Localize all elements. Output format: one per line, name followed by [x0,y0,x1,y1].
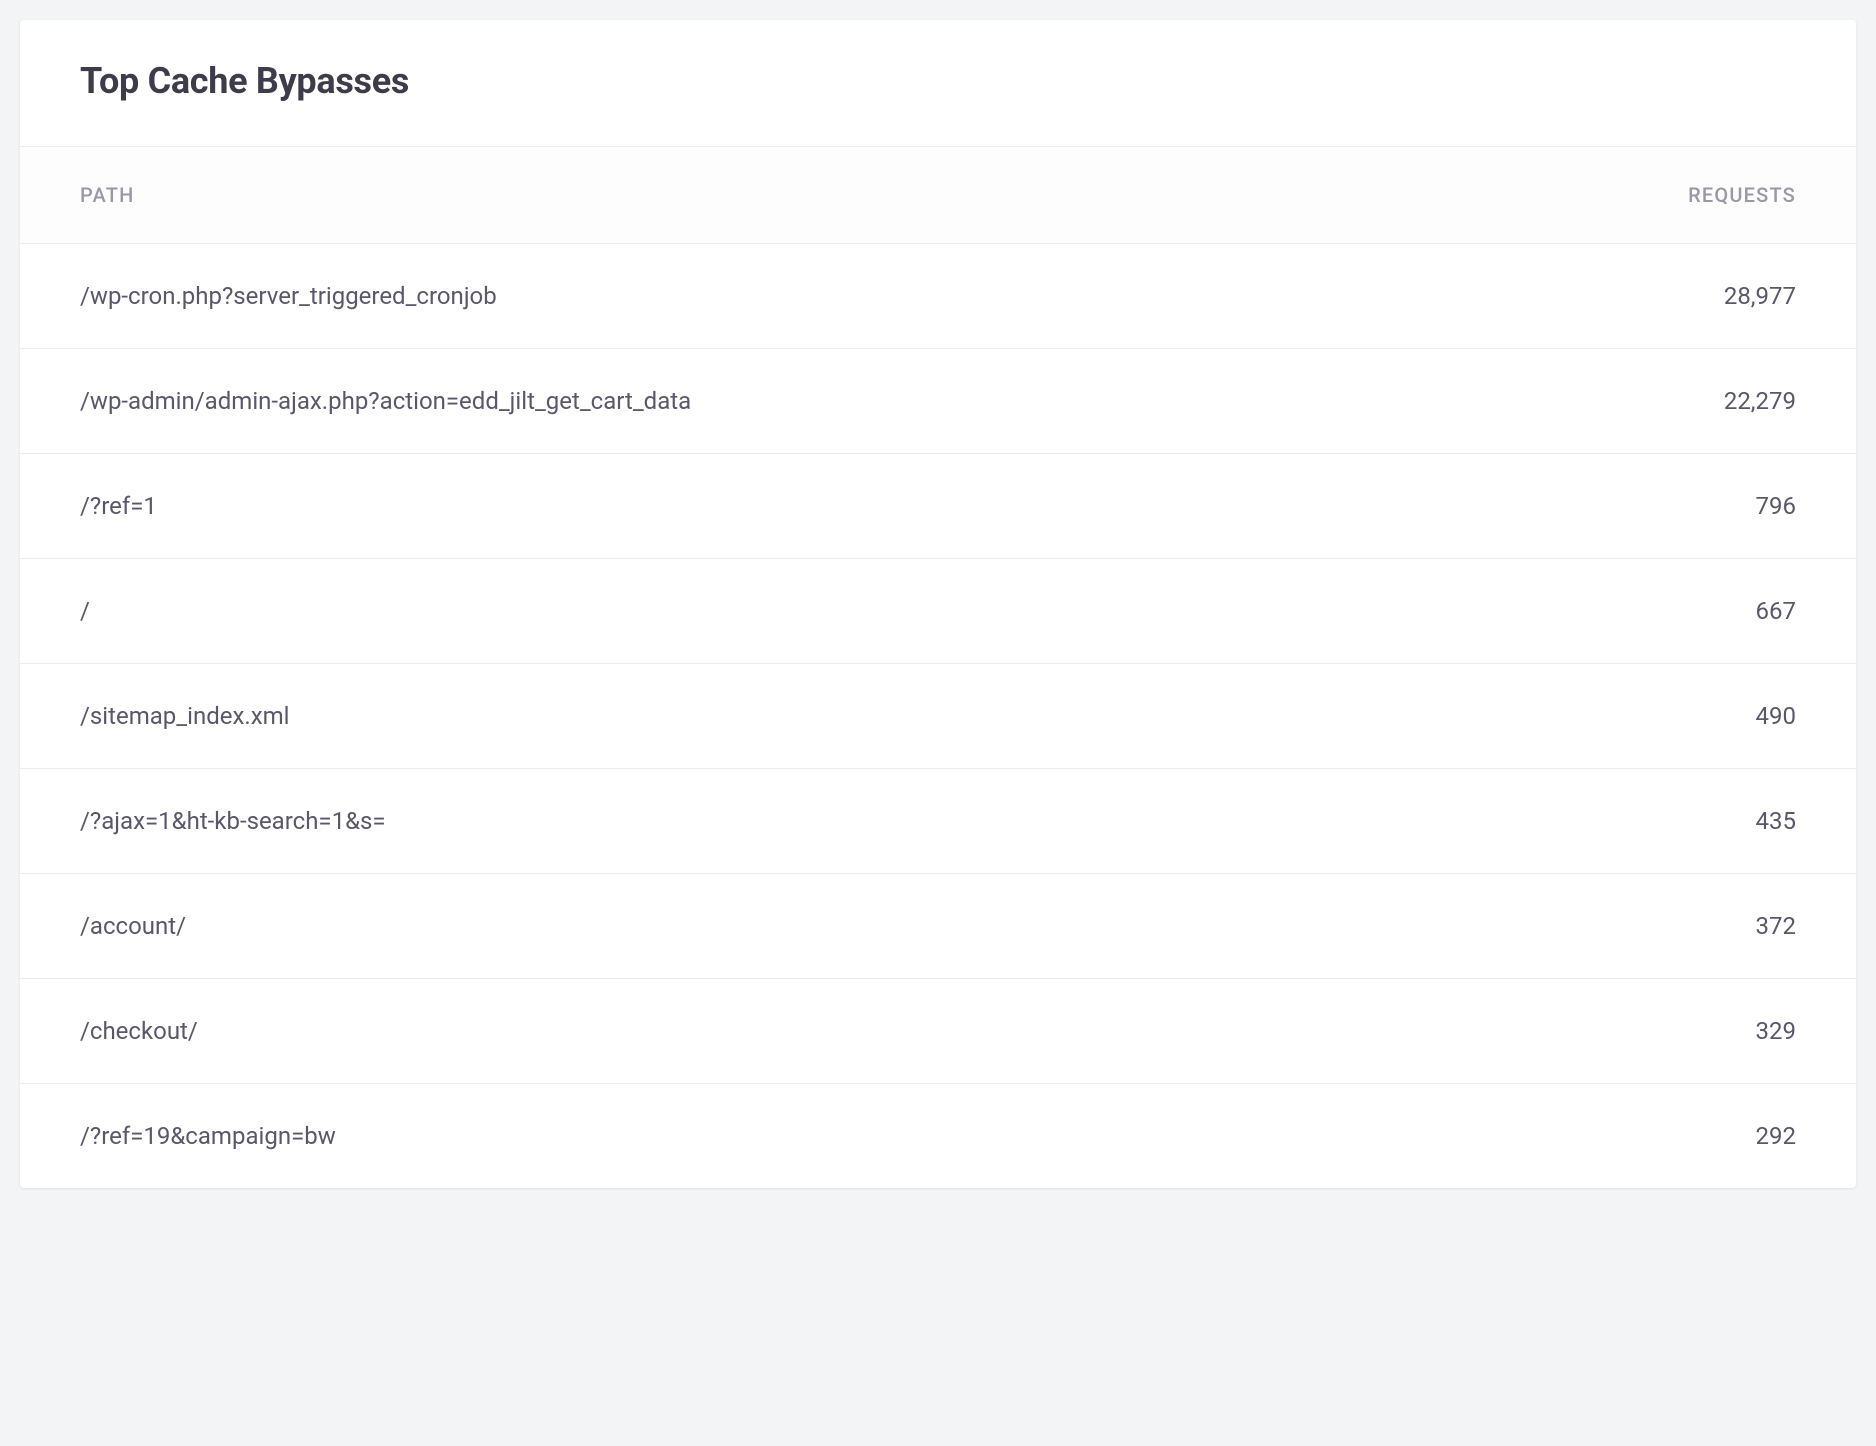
column-header-path: PATH [80,183,134,207]
cell-path: /?ref=19&campaign=bw [80,1122,1676,1150]
cell-path: /sitemap_index.xml [80,702,1676,730]
table-row: /sitemap_index.xml 490 [20,664,1856,769]
cell-requests: 490 [1676,702,1796,730]
card-header: Top Cache Bypasses [20,20,1856,147]
table-row: /wp-cron.php?server_triggered_cronjob 28… [20,244,1856,349]
cell-path: / [80,597,1676,625]
cell-requests: 372 [1676,912,1796,940]
table-row: /wp-admin/admin-ajax.php?action=edd_jilt… [20,349,1856,454]
cell-requests: 796 [1676,492,1796,520]
table-body: /wp-cron.php?server_triggered_cronjob 28… [20,244,1856,1188]
table-row: /?ajax=1&ht-kb-search=1&s= 435 [20,769,1856,874]
table-row: /?ref=1 796 [20,454,1856,559]
table-row: /account/ 372 [20,874,1856,979]
table-row: /?ref=19&campaign=bw 292 [20,1084,1856,1188]
cell-requests: 22,279 [1676,387,1796,415]
column-header-requests: REQUESTS [1688,183,1796,207]
table-header-row: PATH REQUESTS [20,147,1856,244]
table-row: / 667 [20,559,1856,664]
table-row: /checkout/ 329 [20,979,1856,1084]
cell-requests: 28,977 [1676,282,1796,310]
cell-path: /account/ [80,912,1676,940]
cell-path: /?ref=1 [80,492,1676,520]
cell-requests: 435 [1676,807,1796,835]
top-cache-bypasses-card: Top Cache Bypasses PATH REQUESTS /wp-cro… [20,20,1856,1188]
card-title: Top Cache Bypasses [80,60,1796,102]
cell-requests: 292 [1676,1122,1796,1150]
cell-path: /?ajax=1&ht-kb-search=1&s= [80,807,1676,835]
cell-requests: 667 [1676,597,1796,625]
cell-path: /wp-cron.php?server_triggered_cronjob [80,282,1676,310]
cell-path: /wp-admin/admin-ajax.php?action=edd_jilt… [80,387,1676,415]
cell-requests: 329 [1676,1017,1796,1045]
cell-path: /checkout/ [80,1017,1676,1045]
